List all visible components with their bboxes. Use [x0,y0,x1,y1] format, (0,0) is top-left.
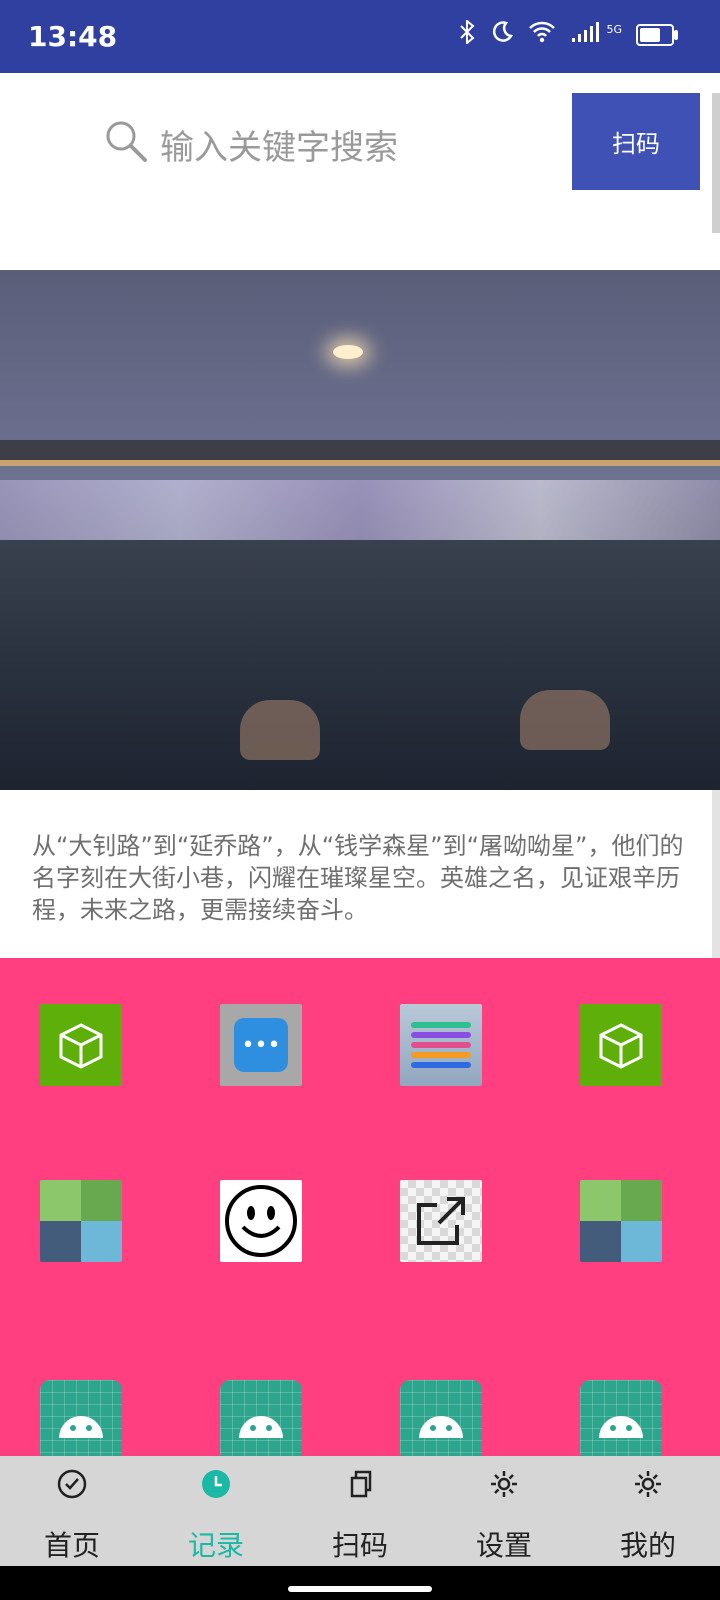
status-icons: 5G [458,18,678,50]
smiley-icon [225,1185,297,1257]
city-lights [0,480,720,540]
battery-icon [636,24,678,46]
scrollbar-secondary[interactable] [712,790,720,960]
check-circle-icon [57,1469,87,1499]
search-bar: 输入关键字搜索 扫码 [0,73,720,270]
android-icon [599,1416,643,1438]
scrollbar[interactable] [712,93,720,233]
hero-image [0,270,720,790]
app-android-2[interactable] [220,1380,302,1456]
nav-mine[interactable]: 我的 [576,1456,720,1566]
scan-button[interactable]: 扫码 [572,93,700,190]
status-bar: 13:48 5G [0,0,720,73]
gear-icon [635,1471,661,1497]
app-chat[interactable]: ••• [220,1004,302,1086]
android-icon [239,1416,283,1438]
app-tiles[interactable] [40,1180,122,1262]
app-android-4[interactable] [580,1380,662,1456]
axes-cube-icon [599,1023,643,1069]
copy-icon [350,1470,372,1498]
moon-glow [333,345,363,359]
bottom-nav: 首页 记录 扫码 设置 我的 [0,1456,720,1566]
share-icon [417,1197,465,1245]
search-icon [106,121,147,162]
nav-mine-label: 我的 [619,1529,676,1562]
app-android-3[interactable] [400,1380,482,1456]
chat-bubble-icon: ••• [234,1018,288,1072]
gear-icon [491,1471,517,1497]
nav-home-label: 首页 [43,1529,100,1562]
clock-icon [202,1470,230,1498]
app-android-1[interactable] [40,1380,122,1456]
app-axes-cube-2[interactable] [580,1004,662,1086]
app-tiles-2[interactable] [580,1180,662,1262]
foot-right [520,690,610,750]
nav-home[interactable]: 首页 [0,1456,144,1566]
water [0,540,720,790]
app-grid: ••• [0,958,720,1456]
app-layers[interactable] [400,1004,482,1086]
android-icon [419,1416,463,1438]
railing [0,440,720,460]
railing-light [0,460,720,466]
app-smiley[interactable] [220,1180,302,1262]
home-handle[interactable] [288,1586,432,1592]
nav-scan-label: 扫码 [331,1529,388,1562]
signal-icon [570,20,604,50]
nav-records[interactable]: 记录 [144,1456,288,1566]
system-nav-bar [0,1566,720,1600]
foot-left [240,700,320,760]
app-share[interactable] [400,1180,482,1262]
android-icon [59,1416,103,1438]
nav-settings[interactable]: 设置 [432,1456,576,1566]
article-text-container: 从“大钊路”到“延乔路”，从“钱学森星”到“屠呦呦星”，他们的名字刻在大街小巷，… [0,790,720,958]
wifi-icon [528,21,556,49]
network-type: 5G [606,22,622,36]
article-text: 从“大钊路”到“延乔路”，从“钱学森星”到“屠呦呦星”，他们的名字刻在大街小巷，… [32,832,684,924]
app-axes-cube[interactable] [40,1004,122,1086]
axes-cube-icon [59,1023,103,1069]
moon-icon [490,20,514,50]
search-input[interactable]: 输入关键字搜索 [160,120,398,169]
nav-scan[interactable]: 扫码 [288,1456,432,1566]
nav-records-label: 记录 [187,1529,244,1562]
bluetooth-icon [458,18,476,50]
status-time: 13:48 [28,20,118,53]
nav-settings-label: 设置 [475,1529,532,1562]
